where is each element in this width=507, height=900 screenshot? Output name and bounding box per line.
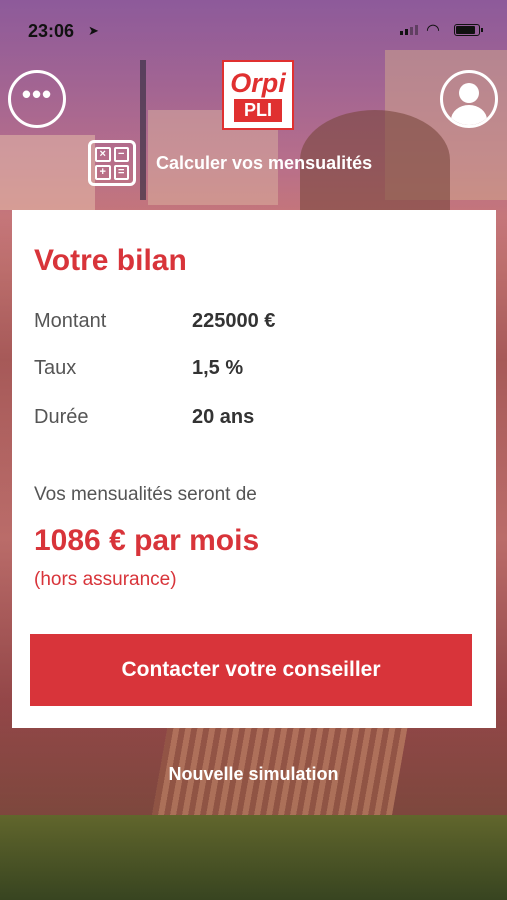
row-value: 225000 € (192, 310, 276, 332)
battery-icon (454, 24, 483, 36)
row-label: Montant (34, 310, 107, 332)
new-simulation-link[interactable]: Nouvelle simulation (0, 764, 507, 785)
logo-brand: Orpi (230, 67, 286, 98)
orpi-pli-logo: Orpi PLI (222, 60, 294, 130)
status-time: 23:06 (28, 21, 75, 41)
row-value: 20 ans (192, 406, 255, 428)
calc-key: − (113, 147, 129, 162)
row-label: Taux (34, 357, 77, 379)
contact-advisor-button[interactable]: Contacter votre conseiller (30, 634, 472, 706)
row-label: Durée (34, 406, 89, 428)
menu-dots-icon[interactable]: ••• (8, 70, 66, 128)
status-bar: 23:06 ➤ ◠ (0, 0, 507, 60)
summary-row-montant: Montant 225000 € (34, 310, 275, 333)
calc-key: × (95, 147, 111, 162)
monthly-intro: Vos mensualités seront de (34, 484, 257, 505)
calc-key: = (113, 165, 129, 180)
logo-sub: PLI (233, 98, 282, 122)
calculator-link[interactable]: × − + = Calculer vos mensualités (88, 140, 372, 186)
row-value: 1,5 % (192, 357, 244, 379)
profile-icon[interactable] (440, 70, 498, 128)
calc-key: + (95, 165, 111, 180)
location-arrow-icon: ➤ (88, 23, 99, 38)
summary-row-taux: Taux 1,5 % (34, 357, 243, 380)
monthly-amount: 1086 € par mois (34, 524, 260, 557)
calculator-icon: × − + = (88, 140, 136, 186)
insurance-note: (hors assurance) (34, 569, 177, 590)
summary-card: Votre bilan Montant 225000 € Taux 1,5 % Du… (12, 210, 496, 728)
wifi-icon: ◠ (426, 22, 440, 39)
calculator-label: Calculer vos mensualités (156, 152, 373, 173)
summary-row-duree: Durée 20 ans (34, 406, 254, 429)
summary-title: Votre bilan (34, 244, 187, 277)
signal-icon (400, 25, 418, 35)
